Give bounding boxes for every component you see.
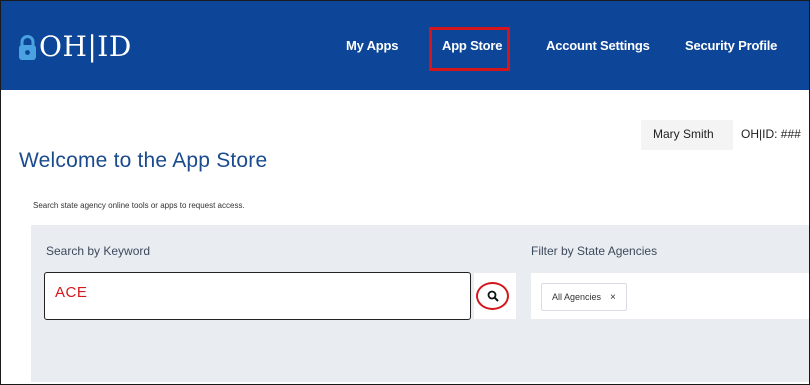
page-subtitle: Search state agency online tools or apps…: [33, 201, 245, 210]
user-ohid: OH|ID: ###: [741, 127, 801, 141]
app-store-page: OH|ID My Apps App Store Account Settings…: [0, 0, 810, 385]
page-title: Welcome to the App Store: [19, 149, 268, 172]
lock-icon: [19, 34, 36, 60]
nav-security-profile[interactable]: Security Profile: [685, 38, 777, 53]
agency-filter-chip[interactable]: All Agencies ×: [541, 283, 627, 311]
keyword-search-value: ACE: [55, 284, 88, 301]
close-icon[interactable]: ×: [610, 292, 616, 303]
logo-text: OH|ID: [39, 30, 132, 63]
top-nav-bar: OH|ID My Apps App Store Account Settings…: [1, 1, 809, 90]
app-store-highlight-box: [429, 27, 510, 71]
keyword-search-input[interactable]: [44, 272, 471, 320]
nav-my-apps[interactable]: My Apps: [346, 38, 398, 53]
ohid-logo[interactable]: OH|ID: [18, 27, 132, 67]
user-name: Mary Smith: [653, 127, 714, 141]
search-icon[interactable]: [487, 290, 499, 302]
nav-account-settings[interactable]: Account Settings: [546, 38, 650, 53]
keyword-label: Search by Keyword: [46, 244, 151, 258]
agency-filter-chip-label: All Agencies: [552, 292, 602, 302]
agency-filter-label: Filter by State Agencies: [531, 244, 658, 258]
